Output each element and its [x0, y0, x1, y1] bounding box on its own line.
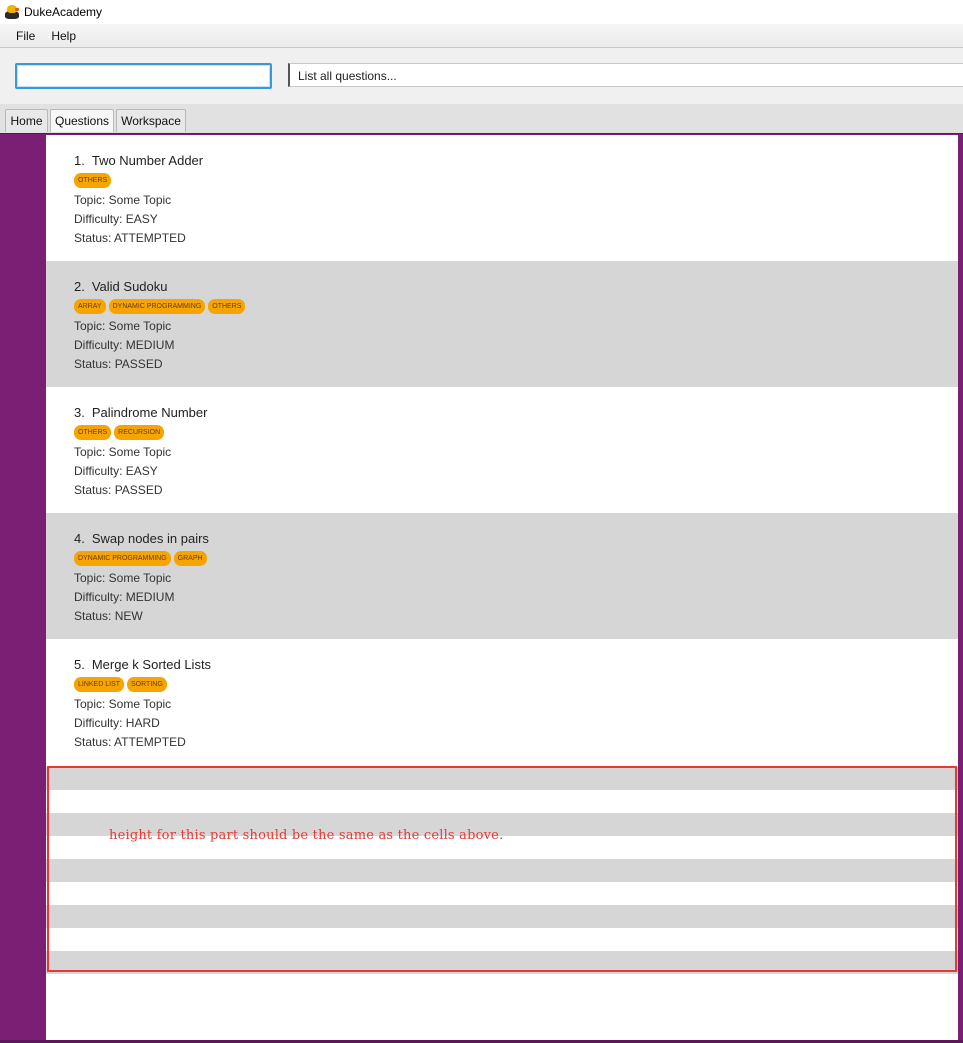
command-input[interactable] — [15, 63, 272, 89]
tag-list: DYNAMIC PROGRAMMING GRAPH — [74, 551, 207, 567]
empty-list-row — [46, 951, 958, 974]
empty-list-row — [46, 836, 958, 859]
tag-list: OTHERS — [74, 173, 112, 189]
tag-badge: OTHERS — [74, 425, 112, 440]
question-status: Status: PASSED — [74, 483, 163, 497]
empty-list-row — [46, 767, 958, 790]
tag-badge: ARRAY — [74, 299, 106, 314]
question-topic: Topic: Some Topic — [74, 193, 172, 207]
tag-badge: DYNAMIC PROGRAMMING — [74, 551, 171, 566]
question-index: 5. — [74, 657, 85, 672]
question-difficulty: Difficulty: HARD — [74, 716, 160, 730]
question-name: Swap nodes in pairs — [91, 531, 209, 546]
empty-list-row — [46, 905, 958, 928]
question-topic: Topic: Some Topic — [74, 445, 172, 459]
question-status: Status: ATTEMPTED — [74, 231, 186, 245]
empty-list-row — [46, 928, 958, 951]
tag-badge: DYNAMIC PROGRAMMING — [108, 299, 206, 314]
tab-bar: Home Questions Workspace — [0, 104, 963, 133]
tag-badge: OTHERS — [74, 173, 112, 188]
menu-bar: File Help — [0, 24, 963, 48]
title-bar: DukeAcademy — [0, 0, 963, 24]
question-name: Palindrome Number — [91, 405, 208, 420]
question-index: 2. — [74, 279, 85, 294]
result-display: List all questions... — [288, 63, 963, 87]
question-topic: Topic: Some Topic — [74, 319, 172, 333]
question-title: 2. Valid Sudoku — [74, 279, 168, 294]
command-area: List all questions... — [0, 48, 963, 105]
tag-badge: LINKED LIST — [74, 677, 125, 692]
question-card[interactable]: 2. Valid Sudoku ARRAY DYNAMIC PROGRAMMING… — [46, 261, 958, 387]
questions-content: 1. Two Number Adder OTHERS Topic: Some To… — [0, 133, 963, 1043]
question-list[interactable]: 1. Two Number Adder OTHERS Topic: Some To… — [46, 135, 960, 1040]
tag-badge: RECURSION — [114, 425, 165, 440]
window-title: DukeAcademy — [24, 5, 103, 19]
question-difficulty: Difficulty: MEDIUM — [74, 338, 175, 352]
duke-icon — [4, 4, 20, 20]
question-name: Valid Sudoku — [91, 279, 168, 294]
empty-list-row — [46, 813, 958, 836]
question-difficulty: Difficulty: EASY — [74, 212, 158, 226]
question-card[interactable]: 4. Swap nodes in pairs DYNAMIC PROGRAMMIN… — [46, 513, 958, 639]
tab-home[interactable]: Home — [5, 109, 48, 132]
question-index: 3. — [74, 405, 85, 420]
tag-list: ARRAY DYNAMIC PROGRAMMING OTHERS — [74, 299, 246, 315]
question-title: 5. Merge k Sorted Lists — [74, 657, 211, 672]
question-name: Two Number Adder — [91, 153, 204, 168]
question-index: 4. — [74, 531, 85, 546]
tag-badge: SORTING — [127, 677, 167, 692]
question-topic: Topic: Some Topic — [74, 571, 172, 585]
question-difficulty: Difficulty: EASY — [74, 464, 158, 478]
question-title: 3. Palindrome Number — [74, 405, 207, 420]
tag-badge: GRAPH — [173, 551, 207, 566]
empty-list-row — [46, 882, 958, 905]
menu-file[interactable]: File — [8, 29, 43, 43]
question-status: Status: NEW — [74, 609, 143, 623]
empty-list-row — [46, 859, 958, 882]
tag-list: LINKED LIST SORTING — [74, 677, 167, 693]
tab-workspace[interactable]: Workspace — [116, 109, 186, 132]
question-title: 4. Swap nodes in pairs — [74, 531, 209, 546]
empty-list-row — [46, 790, 958, 813]
question-card[interactable]: 1. Two Number Adder OTHERS Topic: Some To… — [46, 135, 958, 261]
question-topic: Topic: Some Topic — [74, 697, 172, 711]
question-difficulty: Difficulty: MEDIUM — [74, 590, 175, 604]
menu-help[interactable]: Help — [43, 29, 84, 43]
tag-badge: OTHERS — [208, 299, 246, 314]
question-card[interactable]: 3. Palindrome Number OTHERS RECURSION Top… — [46, 387, 958, 513]
question-title: 1. Two Number Adder — [74, 153, 203, 168]
question-card[interactable]: 5. Merge k Sorted Lists LINKED LIST SORTI… — [46, 639, 958, 765]
question-name: Merge k Sorted Lists — [91, 657, 212, 672]
question-index: 1. — [74, 153, 85, 168]
tag-list: OTHERS RECURSION — [74, 425, 165, 441]
question-status: Status: PASSED — [74, 357, 163, 371]
question-status: Status: ATTEMPTED — [74, 735, 186, 749]
tab-questions[interactable]: Questions — [50, 109, 114, 132]
